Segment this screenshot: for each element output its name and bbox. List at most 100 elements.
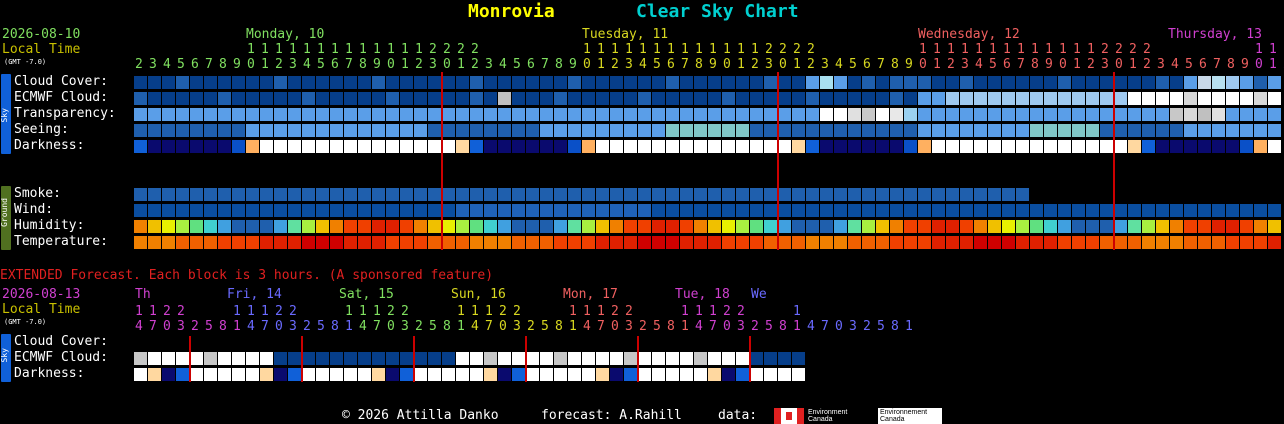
cloud-cover-block xyxy=(512,76,525,89)
humidity-block xyxy=(1226,220,1239,233)
wind-block xyxy=(736,204,749,217)
darkness-block xyxy=(638,140,651,153)
hour-digit: 8 xyxy=(891,57,899,72)
seeing-block xyxy=(988,124,1001,137)
hour-tens-digit: 2 xyxy=(793,42,801,57)
hour-tens-digit: 1 xyxy=(667,42,675,57)
cloud-cover-block xyxy=(904,76,917,89)
ext-darkness-block xyxy=(526,368,539,381)
humidity-block xyxy=(974,220,987,233)
ext-hour-tens-digit: 1 xyxy=(681,304,689,319)
hour-digit: 4 xyxy=(975,57,983,72)
transparency-block xyxy=(736,108,749,121)
cloud-cover-block xyxy=(400,76,413,89)
transparency-block xyxy=(344,108,357,121)
darkness-block xyxy=(834,140,847,153)
transparency-block xyxy=(274,108,287,121)
darkness-block xyxy=(750,140,763,153)
darkness-block xyxy=(428,140,441,153)
temperature-block xyxy=(904,236,917,249)
smoke-block xyxy=(540,188,553,201)
humidity-block xyxy=(820,220,833,233)
cloud-cover-block xyxy=(1184,76,1197,89)
ecmwf-cloud-block xyxy=(316,92,329,105)
wind-block xyxy=(344,204,357,217)
ext-hour-digit: 3 xyxy=(513,319,521,334)
hour-tens-digit: 1 xyxy=(1031,42,1039,57)
temperature-block xyxy=(918,236,931,249)
ext-cloud-block xyxy=(274,352,287,365)
transparency-block xyxy=(176,108,189,121)
canada-flag-icon[interactable] xyxy=(774,408,804,424)
darkness-block xyxy=(974,140,987,153)
hour-tens-digit: 1 xyxy=(415,42,423,57)
ecmwf-cloud-block xyxy=(694,92,707,105)
ext-cloud-block xyxy=(624,352,637,365)
temperature-block xyxy=(330,236,343,249)
seeing-block xyxy=(806,124,819,137)
ext-cloud-block xyxy=(778,352,791,365)
ext-cloud-block xyxy=(386,352,399,365)
hour-digit: 7 xyxy=(205,57,213,72)
hour-digit: 3 xyxy=(485,57,493,72)
cloud-cover-block xyxy=(1170,76,1183,89)
hour-digit: 2 xyxy=(751,57,759,72)
seeing-block xyxy=(708,124,721,137)
wind-block xyxy=(960,204,973,217)
cloud-cover-block xyxy=(232,76,245,89)
darkness-block xyxy=(246,140,259,153)
seeing-block xyxy=(470,124,483,137)
smoke-block xyxy=(988,188,1001,201)
seeing-block xyxy=(190,124,203,137)
cloud-cover-block xyxy=(862,76,875,89)
humidity-block xyxy=(1156,220,1169,233)
temperature-block xyxy=(484,236,497,249)
ecmwf-cloud-block xyxy=(666,92,679,105)
seeing-block xyxy=(722,124,735,137)
ext-hour-digit: 3 xyxy=(289,319,297,334)
ecmwf-cloud-block xyxy=(624,92,637,105)
ecmwf-cloud-block xyxy=(498,92,511,105)
ecmwf-cloud-block xyxy=(1254,92,1267,105)
humidity-block xyxy=(218,220,231,233)
hour-digit: 1 xyxy=(1269,57,1277,72)
transparency-block xyxy=(1044,108,1057,121)
ext-hour-digit: 1 xyxy=(793,319,801,334)
ecmwf-cloud-block xyxy=(344,92,357,105)
cloud-cover-block xyxy=(414,76,427,89)
ext-hour-digit: 7 xyxy=(149,319,157,334)
wind-block xyxy=(358,204,371,217)
temperature-block xyxy=(820,236,833,249)
hour-digit: 1 xyxy=(1129,57,1137,72)
humidity-block xyxy=(876,220,889,233)
ext-darkness-block xyxy=(554,368,567,381)
darkness-block xyxy=(1198,140,1211,153)
ecmwf-cloud-block xyxy=(946,92,959,105)
ext-hour-digit: 8 xyxy=(779,319,787,334)
cloud-cover-block xyxy=(134,76,147,89)
ext-hour-tens-digit: 1 xyxy=(345,304,353,319)
cloud-cover-block xyxy=(708,76,721,89)
ext-cloud-block xyxy=(148,352,161,365)
ext-darkness-block xyxy=(260,368,273,381)
seeing-block xyxy=(484,124,497,137)
transparency-block xyxy=(148,108,161,121)
darkness-block xyxy=(694,140,707,153)
cloud-cover-block xyxy=(834,76,847,89)
agency-name-fr: Environnement Canada xyxy=(880,409,928,423)
darkness-block xyxy=(848,140,861,153)
cloud-cover-block xyxy=(1226,76,1239,89)
darkness-block xyxy=(1240,140,1253,153)
cloud-cover-block xyxy=(792,76,805,89)
hour-digit: 1 xyxy=(597,57,605,72)
ecmwf-cloud-block xyxy=(932,92,945,105)
hour-digit: 7 xyxy=(541,57,549,72)
hour-tens-digit: 1 xyxy=(1045,42,1053,57)
seeing-block xyxy=(1016,124,1029,137)
hour-digit: 0 xyxy=(443,57,451,72)
wind-block xyxy=(428,204,441,217)
wind-block xyxy=(1030,204,1043,217)
wind-block xyxy=(834,204,847,217)
cloud-cover-block xyxy=(1156,76,1169,89)
ext-cloud-block xyxy=(736,352,749,365)
